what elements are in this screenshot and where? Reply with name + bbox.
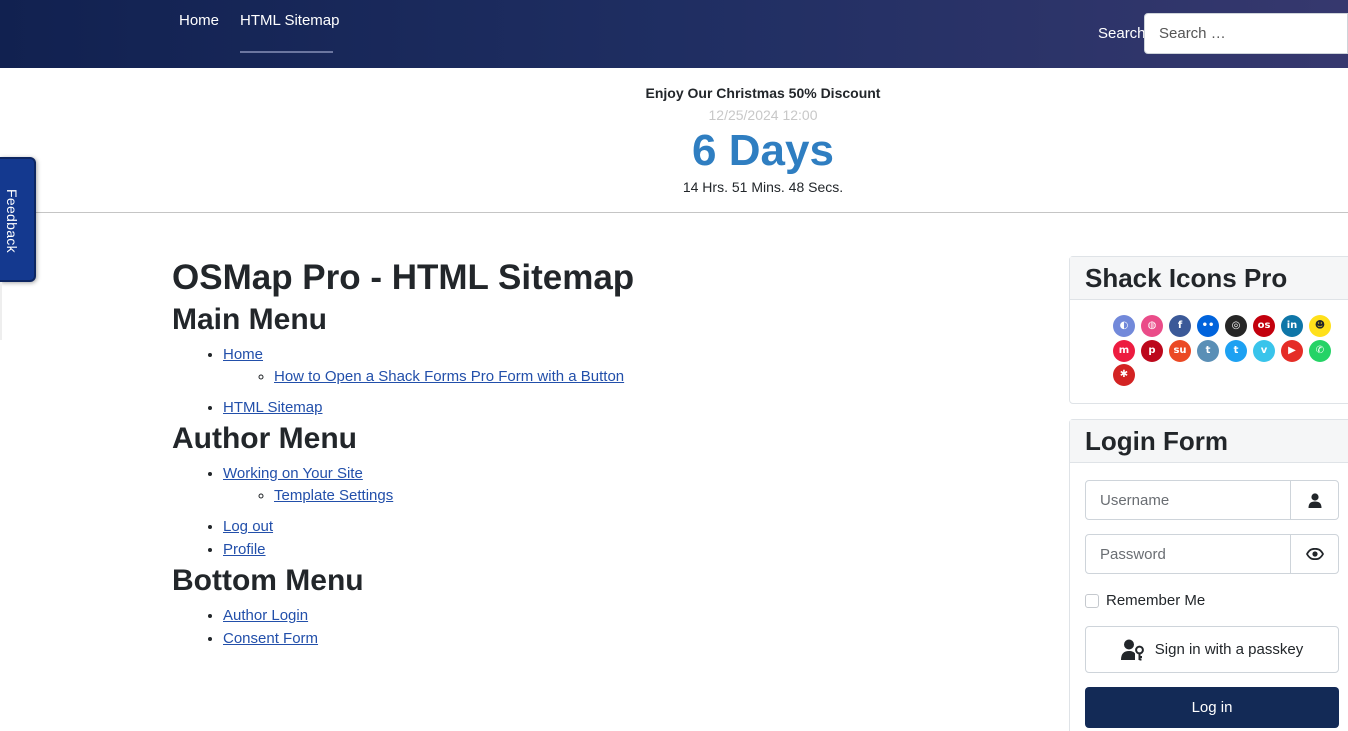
passkey-label: Sign in with a passkey	[1154, 641, 1304, 658]
password-input[interactable]	[1086, 535, 1291, 573]
username-input[interactable]	[1086, 481, 1291, 519]
feedback-tab[interactable]: Feedback	[0, 157, 36, 282]
show-password-eye-icon[interactable]	[1290, 535, 1338, 573]
remember-me-checkbox[interactable]	[1085, 593, 1099, 608]
countdown-remaining: 14 Hrs. 51 Mins. 48 Secs.	[682, 179, 844, 195]
sitemap-link-html-sitemap[interactable]: HTML Sitemap	[223, 399, 322, 416]
linkedin-icon[interactable]: in	[1281, 315, 1303, 337]
countdown-banner: Enjoy Our Christmas 50% Discount 12/25/2…	[0, 68, 1348, 213]
main-menu-heading: Main Menu	[172, 303, 327, 336]
feedback-label: Feedback	[4, 189, 20, 253]
bottom-menu-list: Author Login Consent Form	[223, 604, 1032, 650]
sitemap-link-working-on-site[interactable]: Working on Your Site	[223, 465, 363, 482]
nav-html-sitemap-link[interactable]: HTML Sitemap	[240, 12, 339, 29]
passkey-button[interactable]: Sign in with a passkey	[1085, 626, 1339, 673]
bottom-menu-heading: Bottom Menu	[172, 564, 364, 597]
remember-me-label: Remember Me	[1106, 592, 1206, 609]
twitter-icon[interactable]: t	[1225, 339, 1247, 362]
countdown-days: 6 Days	[692, 126, 834, 175]
sitemap-link-open-form[interactable]: How to Open a Shack Forms Pro Form with …	[274, 368, 624, 385]
list-item: Author Login	[223, 604, 1032, 627]
search-input[interactable]	[1144, 13, 1348, 54]
remember-me[interactable]: Remember Me	[1085, 592, 1205, 609]
sitemap-link-consent-form[interactable]: Consent Form	[223, 630, 318, 647]
sitemap-content: OSMap Pro - HTML Sitemap Main Menu Home …	[172, 256, 1032, 652]
shack-icons-title: Shack Icons Pro	[1070, 257, 1348, 300]
list-item: HTML Sitemap	[223, 396, 1032, 419]
sitemap-link-author-login[interactable]: Author Login	[223, 607, 308, 624]
list-item: How to Open a Shack Forms Pro Form with …	[274, 366, 1032, 388]
countdown-date: 12/25/2024 12:00	[708, 107, 818, 123]
sitemap-link-home[interactable]: Home	[223, 346, 263, 363]
list-item: Working on Your Site Template Settings	[223, 462, 1032, 507]
list-item: Template Settings	[274, 485, 1032, 507]
feedback-shadow	[0, 282, 2, 340]
active-nav-underline	[240, 51, 333, 53]
facebook-icon[interactable]: f	[1169, 315, 1191, 337]
site-header: Home HTML Sitemap Search	[0, 0, 1348, 68]
flickr-icon[interactable]: ••	[1197, 315, 1219, 337]
list-item: Profile	[223, 538, 1032, 561]
meetup-icon[interactable]: m	[1113, 339, 1135, 362]
dribbble-icon[interactable]: ◍	[1141, 315, 1163, 337]
page-title: OSMap Pro - HTML Sitemap	[172, 258, 635, 297]
nav-home-link[interactable]: Home	[179, 12, 219, 29]
sitemap-link-template-settings[interactable]: Template Settings	[274, 487, 393, 504]
login-form-title: Login Form	[1070, 420, 1348, 463]
pinterest-icon[interactable]: p	[1141, 339, 1163, 362]
vimeo-icon[interactable]: v	[1253, 339, 1275, 362]
passkey-icon	[1120, 639, 1144, 660]
author-menu-heading: Author Menu	[172, 422, 357, 455]
login-button[interactable]: Log in	[1085, 687, 1339, 728]
tumblr-icon[interactable]: t	[1197, 339, 1219, 362]
shack-icons-card: Shack Icons Pro ◐ ◍ f •• ◎ os in ☻ m p su t t v ▶ ✆ ✱	[1069, 256, 1348, 404]
search-label: Search	[1098, 25, 1146, 42]
author-menu-list: Working on Your Site Template Settings L…	[223, 462, 1032, 561]
youtube-icon[interactable]: ▶	[1281, 339, 1303, 362]
main-menu-list: Home How to Open a Shack Forms Pro Form …	[223, 343, 1032, 419]
login-button-label: Log in	[1191, 699, 1233, 716]
instagram-icon[interactable]: ◎	[1225, 315, 1247, 337]
password-field	[1085, 534, 1339, 574]
sub-list: Template Settings	[274, 485, 1032, 507]
discord-icon[interactable]: ◐	[1113, 315, 1135, 337]
list-item: Consent Form	[223, 627, 1032, 650]
user-icon	[1290, 481, 1338, 519]
yelp-icon[interactable]: ✱	[1113, 364, 1135, 386]
login-form-card: Login Form	[1069, 419, 1348, 731]
countdown-title: Enjoy Our Christmas 50% Discount	[645, 85, 881, 101]
list-item: Log out	[223, 515, 1032, 538]
lastfm-icon[interactable]: os	[1253, 315, 1275, 337]
stumbleupon-icon[interactable]: su	[1169, 339, 1191, 362]
whatsapp-icon[interactable]: ✆	[1309, 339, 1331, 362]
list-item: Home How to Open a Shack Forms Pro Form …	[223, 343, 1032, 388]
sitemap-link-log-out[interactable]: Log out	[223, 518, 273, 535]
username-field	[1085, 480, 1339, 520]
mailchimp-icon[interactable]: ☻	[1309, 315, 1331, 337]
sitemap-link-profile[interactable]: Profile	[223, 541, 266, 558]
sub-list: How to Open a Shack Forms Pro Form with …	[274, 366, 1032, 388]
